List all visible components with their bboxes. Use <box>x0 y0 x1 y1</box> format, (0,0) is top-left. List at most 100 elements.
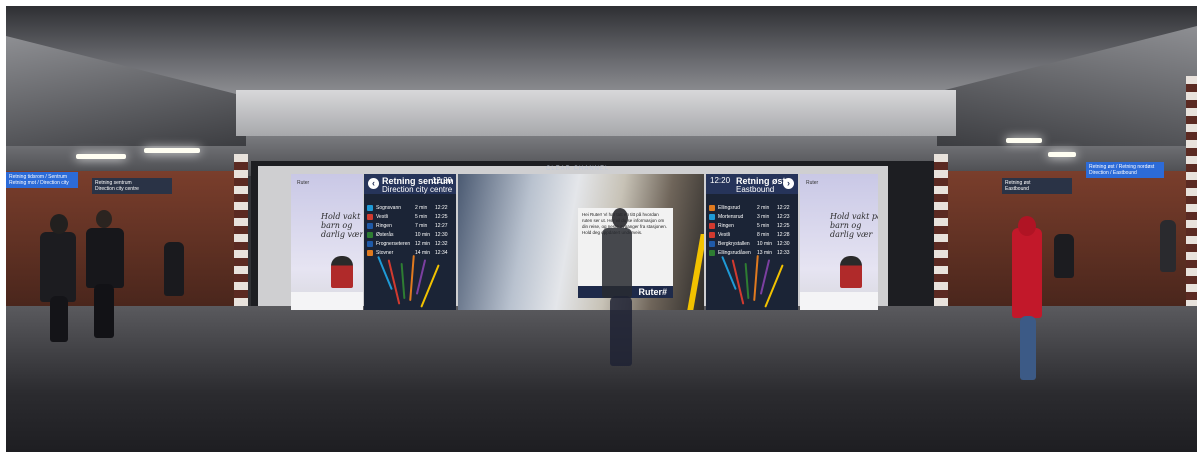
direction-sign: Retning øst / Retning nordøst Direction … <box>1086 162 1164 178</box>
line-badge <box>367 241 373 247</box>
ad-logo: Ruter <box>297 180 310 186</box>
destination: Mortensrud <box>718 214 744 220</box>
destination: Ringen <box>376 223 392 229</box>
departure-time: 12:25 <box>435 214 448 220</box>
destination: Frognerseteren <box>376 241 411 247</box>
sign-line: Retning mot / Direction city <box>9 180 69 186</box>
board-subtitle: Direction city centre <box>382 185 453 194</box>
pillar-left <box>234 154 248 329</box>
minutes-until: 3 min <box>757 214 770 220</box>
metro-line <box>400 262 406 300</box>
departure-board-right: 12:20 Retning øst Eastbound › Ellingsrud… <box>706 174 798 310</box>
departure-row: Vestli 8 min 12:28 <box>709 231 795 239</box>
metro-line <box>409 254 415 302</box>
departure-time: 12:28 <box>777 232 790 238</box>
minutes-until: 5 min <box>757 223 770 229</box>
ad-table <box>291 292 363 310</box>
departure-board-left: ‹ Retning sentrum Direction city centre … <box>364 174 456 310</box>
departure-time: 12:30 <box>435 232 448 238</box>
departure-time: 12:32 <box>435 241 448 247</box>
departure-time: 12:25 <box>777 223 790 229</box>
departure-time: 12:27 <box>435 223 448 229</box>
pedestrian <box>1054 234 1074 278</box>
ad-slogan: Hold vakt på barn og darlig vær <box>321 212 363 239</box>
departure-row: Mortensrud 3 min 12:23 <box>709 213 795 221</box>
departure-row: Bergkrystallen 10 min 12:30 <box>709 240 795 248</box>
metro-line <box>759 259 771 295</box>
pillar-right <box>934 154 948 329</box>
board-header: ‹ Retning sentrum Direction city centre … <box>364 174 456 194</box>
departure-time: 12:22 <box>435 205 448 211</box>
pedestrian <box>1160 220 1176 272</box>
departure-row: Ellingsrud 2 min 12:22 <box>709 204 795 212</box>
walking-person-head <box>612 208 628 228</box>
destination: Sognsvann <box>376 205 402 211</box>
destination: Ringen <box>718 223 734 229</box>
minutes-until: 10 min <box>415 232 431 238</box>
minutes-until: 5 min <box>415 214 428 220</box>
pedestrian <box>40 232 76 302</box>
walking-person-blurred <box>602 228 632 298</box>
sign-line: Direction city centre <box>95 186 139 192</box>
ad-logo: Ruter <box>806 180 819 186</box>
ceiling-beam <box>236 90 956 136</box>
line-badge <box>709 232 715 238</box>
departure-row: Ringen 5 min 12:25 <box>709 222 795 230</box>
destination: Vestli <box>376 214 388 220</box>
arrow-right-icon: › <box>783 178 794 189</box>
minutes-until: 12 min <box>415 241 431 247</box>
person-jeans <box>1020 316 1036 380</box>
line-badge <box>367 214 373 220</box>
metro-line <box>753 254 759 302</box>
line-badge <box>367 250 373 256</box>
ad-panel-left: Ruter Hold vakt på barn og darlig vær <box>291 174 363 310</box>
ruter-brand: Ruter# <box>638 287 667 297</box>
line-badge <box>709 205 715 211</box>
destination: Ellingsrud <box>718 205 740 211</box>
ceiling-light <box>1048 152 1076 157</box>
pedestrian-legs <box>50 296 68 342</box>
destination: Vestli <box>718 232 730 238</box>
departure-time: 12:30 <box>777 241 790 247</box>
person-hood <box>1018 216 1036 236</box>
line-badge <box>367 232 373 238</box>
direction-sign: Retning sentrum Direction city centre <box>92 178 172 194</box>
minutes-until: 10 min <box>757 241 773 247</box>
ad-panel-right: Ruter Hold vakt på barn og darlig vær <box>800 174 878 310</box>
network-map <box>374 249 446 308</box>
pedestrian-legs <box>94 284 114 338</box>
ad-table <box>800 292 878 310</box>
ceiling-light <box>1006 138 1042 143</box>
station-floor <box>6 306 1197 452</box>
pedestrian-head <box>96 210 112 228</box>
pedestrian <box>164 242 184 296</box>
departure-row: Vestli 5 min 12:25 <box>367 213 453 221</box>
clear-channel-logo: CLEAR CHANNEL <box>546 166 610 172</box>
board-clock: 12:20 <box>710 176 731 185</box>
video-panel: Hei Ruter! Vi har tatt en titt på hvorda… <box>458 174 704 310</box>
board-header: 12:20 Retning øst Eastbound › <box>706 174 798 194</box>
pedestrian <box>86 228 124 288</box>
departure-row: Frognerseteren 12 min 12:32 <box>367 240 453 248</box>
direction-sign: Retning øst Eastbound <box>1002 178 1072 194</box>
minutes-until: 7 min <box>415 223 428 229</box>
ad-figure <box>840 256 862 288</box>
minutes-until: 8 min <box>757 232 770 238</box>
ad-slogan: Hold vakt på barn og darlig vær <box>830 212 878 239</box>
person-red-jacket <box>1012 228 1042 318</box>
metro-line <box>415 259 427 295</box>
arrow-left-icon: ‹ <box>368 178 379 189</box>
sign-line: Eastbound <box>1005 186 1029 192</box>
departure-row: Østerås 10 min 12:30 <box>367 231 453 239</box>
line-badge <box>709 214 715 220</box>
departure-time: 12:22 <box>777 205 790 211</box>
line-badge <box>709 223 715 229</box>
pedestrian-head <box>50 214 68 234</box>
ad-figure <box>331 256 353 288</box>
line-badge <box>367 223 373 229</box>
sign-line: Direction / Eastbound <box>1089 170 1137 176</box>
ceiling-light <box>76 154 126 159</box>
direction-sign: Retning tidsrom / Sentrum Retning mot / … <box>6 172 78 188</box>
line-badge <box>709 241 715 247</box>
destination: Østerås <box>376 232 394 238</box>
